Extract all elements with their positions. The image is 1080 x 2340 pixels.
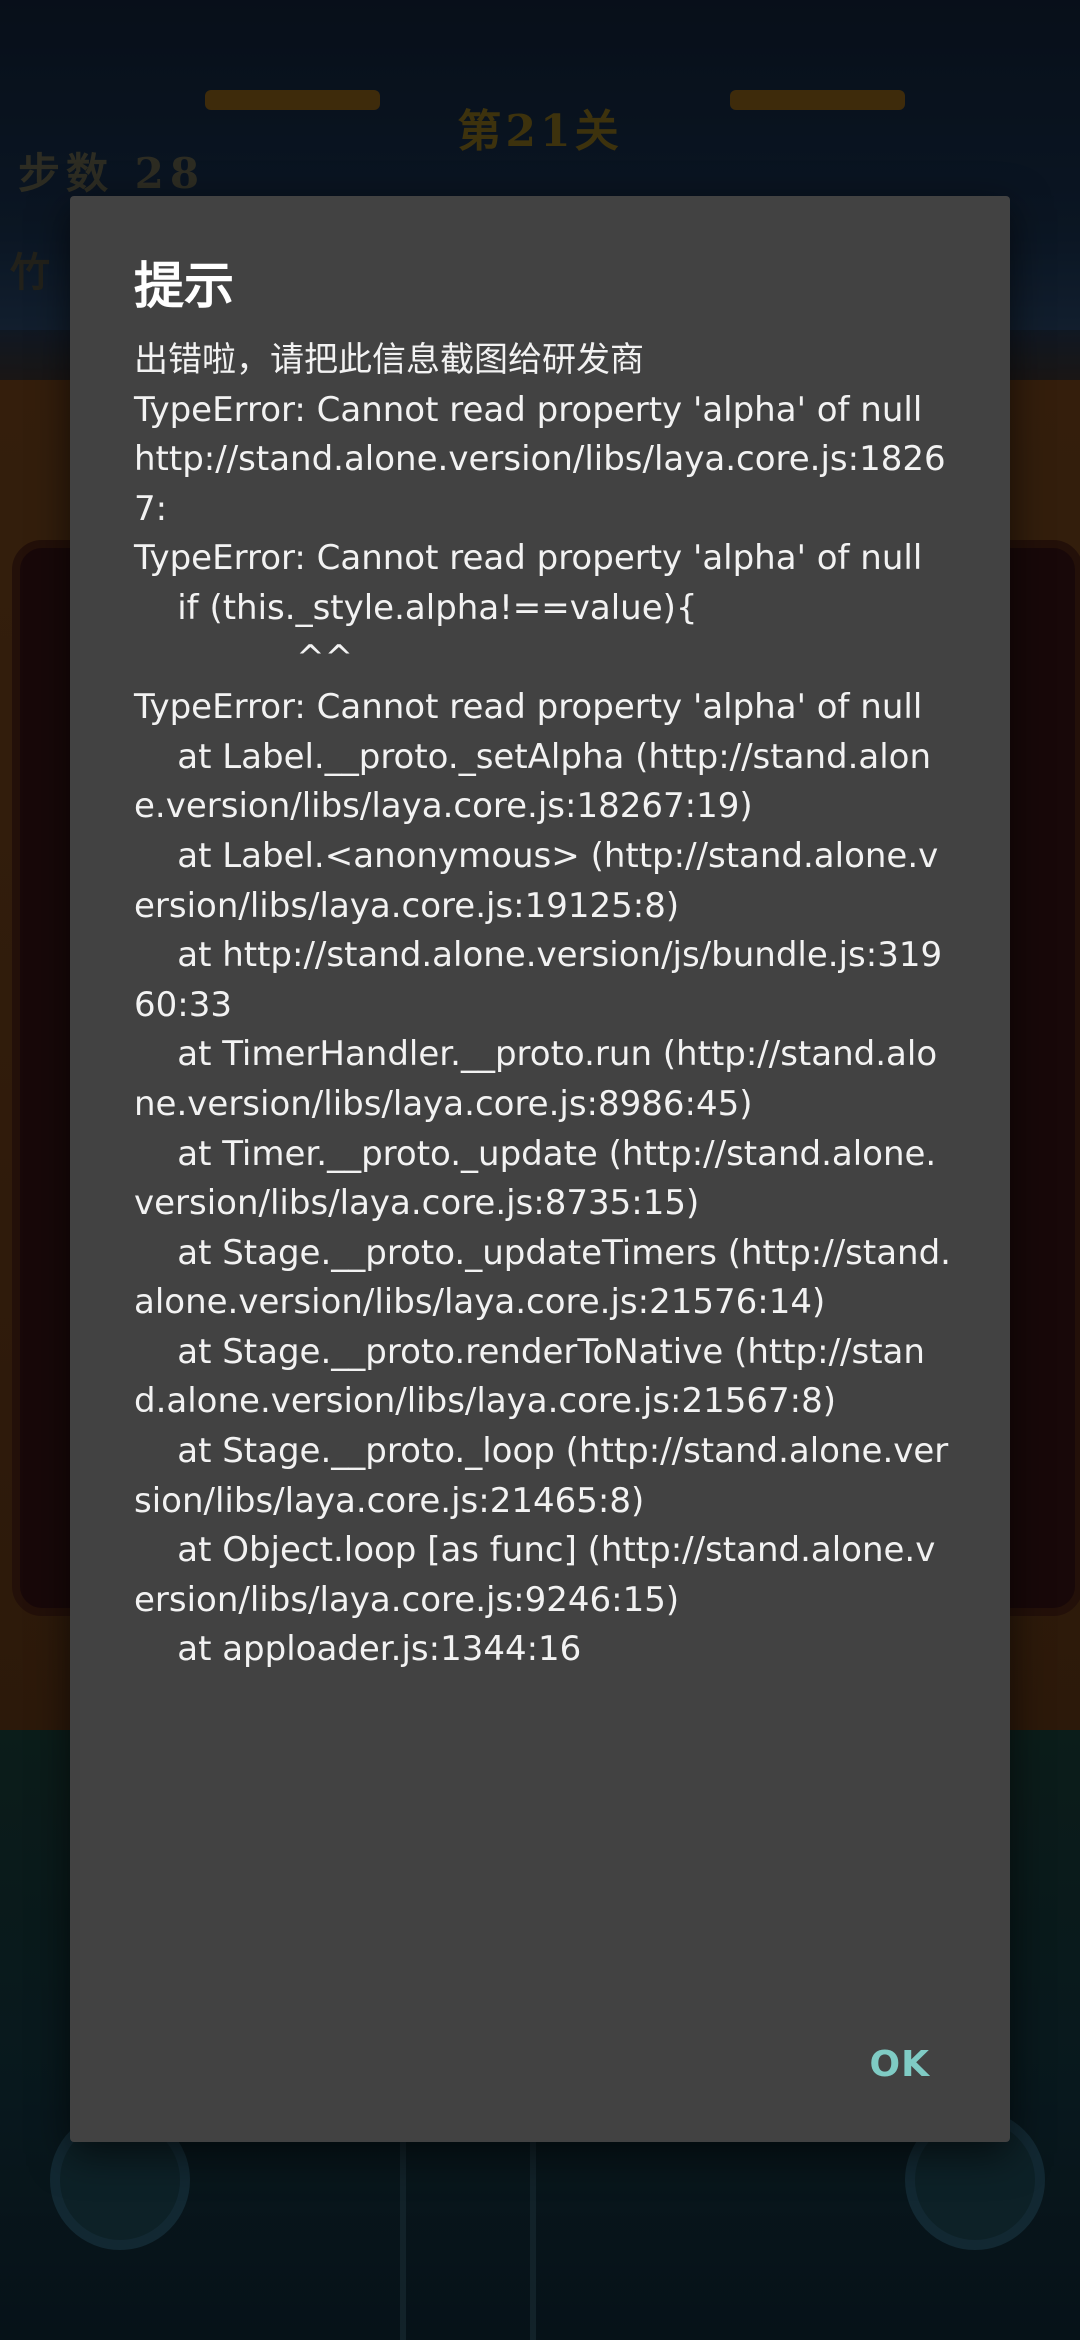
ok-button[interactable]: OK — [850, 2036, 951, 2093]
dialog-message: 出错啦，请把此信息截图给研发商 TypeError: Cannot read p… — [134, 340, 951, 1670]
error-dialog: 提示 出错啦，请把此信息截图给研发商 TypeError: Cannot rea… — [70, 196, 1010, 2142]
dialog-title: 提示 — [134, 257, 234, 315]
